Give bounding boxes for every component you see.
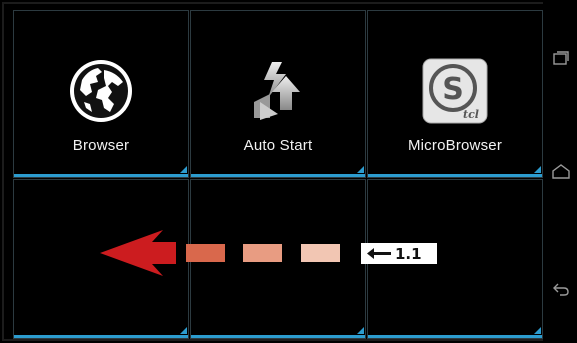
tile-browser[interactable]: Browser bbox=[13, 10, 189, 178]
home-icon[interactable] bbox=[552, 163, 570, 181]
callout-arrow-icon bbox=[365, 243, 393, 264]
microbrowser-icon: S tcl bbox=[422, 58, 488, 124]
step-number: 1.1 bbox=[395, 244, 422, 263]
navigation-bar bbox=[543, 0, 577, 343]
recent-apps-icon[interactable] bbox=[552, 50, 570, 68]
tile-label-auto-start: Auto Start bbox=[243, 137, 313, 154]
tile-corner-marker bbox=[534, 327, 541, 334]
tile-corner-marker bbox=[357, 327, 364, 334]
tcl-badge: tcl bbox=[463, 108, 479, 121]
tile-corner-marker bbox=[180, 166, 187, 173]
home-screen: Browser Auto Start S tcl MicroBrowser bbox=[2, 2, 575, 341]
tile-empty-1[interactable] bbox=[13, 179, 189, 339]
tile-auto-start[interactable]: Auto Start bbox=[190, 10, 366, 178]
globe-icon bbox=[70, 60, 132, 122]
tile-label-microbrowser: MicroBrowser bbox=[407, 137, 503, 154]
auto-start-icon bbox=[254, 62, 300, 120]
tile-corner-marker bbox=[357, 166, 364, 173]
step-callout: 1.1 bbox=[361, 243, 437, 264]
tile-label-browser: Browser bbox=[72, 137, 130, 154]
tile-corner-marker bbox=[180, 327, 187, 334]
back-icon[interactable] bbox=[552, 280, 570, 298]
tile-microbrowser[interactable]: S tcl MicroBrowser bbox=[367, 10, 543, 178]
svg-text:S: S bbox=[442, 72, 464, 107]
tile-empty-2[interactable] bbox=[190, 179, 366, 339]
tile-corner-marker bbox=[534, 166, 541, 173]
